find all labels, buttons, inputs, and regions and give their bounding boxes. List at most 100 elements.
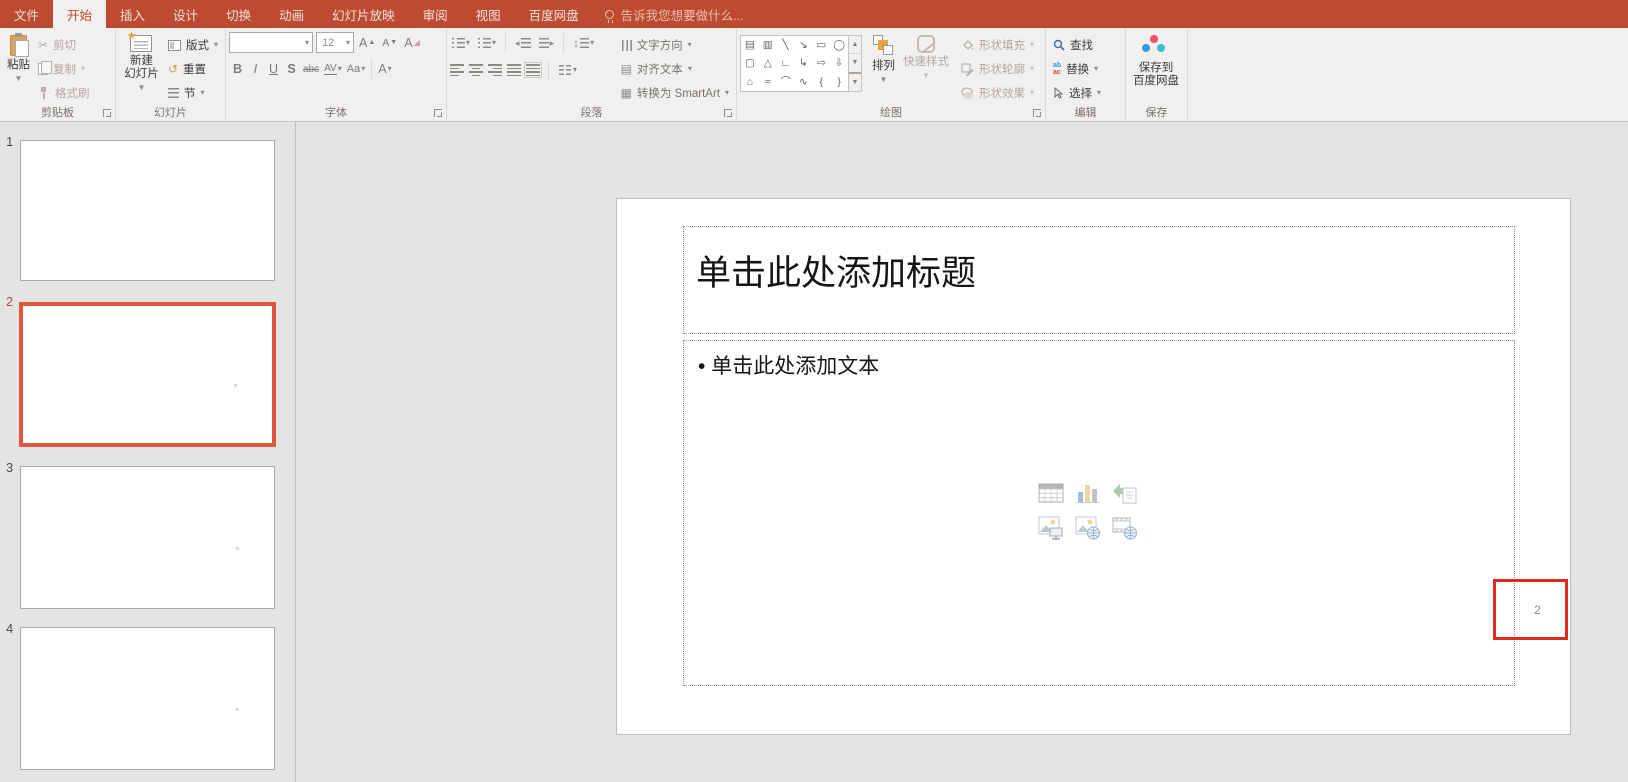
text-direction-button[interactable]: 文字方向 ▾ bbox=[617, 34, 733, 56]
scroll-up-icon[interactable]: ▲ bbox=[849, 36, 861, 53]
save-to-baidu-button[interactable]: 保存到 百度网盘 bbox=[1129, 32, 1183, 104]
shapes-gallery-scrollbar[interactable]: ▲ ▼ ▼ bbox=[849, 35, 862, 92]
decrease-font-size-button[interactable]: A▼ bbox=[380, 33, 399, 53]
change-case-button[interactable]: Aa▾ bbox=[345, 59, 367, 79]
insert-video-icon[interactable] bbox=[1110, 514, 1140, 541]
align-right-button[interactable] bbox=[488, 64, 502, 76]
shape-arc[interactable]: ⌒ bbox=[777, 73, 795, 91]
align-left-button[interactable] bbox=[450, 64, 464, 76]
reset-button[interactable]: ↺ 重置 bbox=[164, 58, 222, 80]
tab-design[interactable]: 设计 bbox=[159, 0, 212, 28]
replace-label: 替换 bbox=[1066, 61, 1089, 77]
section-button[interactable]: 节 ▾ bbox=[164, 82, 222, 104]
increase-font-size-button[interactable]: A▲ bbox=[357, 33, 377, 53]
slide-thumbnail-panel[interactable]: 1 2 3 4 bbox=[0, 122, 296, 782]
insert-smartart-icon[interactable] bbox=[1110, 479, 1140, 506]
copy-button[interactable]: 复制 ▾ bbox=[34, 58, 94, 80]
underline-button[interactable]: U bbox=[265, 59, 282, 79]
shape-rounded-rectangle[interactable]: ▢ bbox=[741, 54, 759, 72]
bullets-button[interactable]: ▾ bbox=[450, 33, 472, 53]
tab-home[interactable]: 开始 bbox=[53, 0, 106, 28]
slide-thumbnail-1[interactable] bbox=[20, 140, 275, 281]
tab-view[interactable]: 视图 bbox=[462, 0, 515, 28]
tab-animations[interactable]: 动画 bbox=[265, 0, 318, 28]
line-spacing-button[interactable]: ↕▾ bbox=[571, 33, 596, 53]
select-button[interactable]: 选择 ▾ bbox=[1049, 82, 1105, 104]
shape-vertical-textbox[interactable]: ▥ bbox=[759, 36, 777, 54]
shape-scribble[interactable]: ≈ bbox=[759, 73, 777, 91]
shape-elbow-connector[interactable]: ∟ bbox=[777, 54, 795, 72]
font-dialog-launcher-icon[interactable] bbox=[434, 109, 442, 117]
tab-review[interactable]: 审阅 bbox=[409, 0, 462, 28]
shape-right-brace[interactable]: } bbox=[830, 73, 848, 91]
shape-down-arrow[interactable]: ⇩ bbox=[830, 54, 848, 72]
replace-button[interactable]: abac 替换 ▾ bbox=[1049, 58, 1105, 80]
quick-styles-button[interactable]: 快速样式 ▼ bbox=[899, 32, 953, 104]
tab-file[interactable]: 文件 bbox=[0, 0, 53, 28]
scroll-down-icon[interactable]: ▼ bbox=[849, 53, 861, 71]
find-button[interactable]: 查找 bbox=[1049, 34, 1105, 56]
increase-indent-button[interactable]: ▸ bbox=[537, 33, 557, 53]
paste-button[interactable]: 粘贴 ▼ bbox=[3, 32, 34, 104]
slide-thumbnail-2[interactable] bbox=[19, 302, 276, 447]
drawing-dialog-launcher-icon[interactable] bbox=[1033, 109, 1041, 117]
tab-insert[interactable]: 插入 bbox=[106, 0, 159, 28]
shape-textbox[interactable]: ▤ bbox=[741, 36, 759, 54]
shape-oval[interactable]: ◯ bbox=[830, 36, 848, 54]
text-shadow-button[interactable]: S bbox=[283, 59, 300, 79]
insert-picture-icon[interactable] bbox=[1036, 514, 1066, 541]
justify-button[interactable] bbox=[507, 64, 521, 76]
new-slide-button[interactable]: ★ 新建 幻灯片 ▼ bbox=[119, 32, 164, 104]
slide-thumbnail-4[interactable] bbox=[20, 627, 275, 770]
align-text-button[interactable]: ▤ 对齐文本 ▾ bbox=[617, 58, 733, 80]
arrange-button[interactable]: 排列 ▼ bbox=[868, 32, 899, 104]
tell-me-box[interactable]: 告诉我您想要做什么... bbox=[593, 0, 756, 28]
bold-button[interactable]: B bbox=[229, 59, 246, 79]
shape-effects-button[interactable]: 形状效果 ▾ bbox=[957, 82, 1038, 104]
font-color-button[interactable]: A▾ bbox=[376, 59, 393, 79]
shape-line[interactable]: ╲ bbox=[777, 36, 795, 54]
font-name-combo[interactable]: ▾ bbox=[229, 32, 313, 53]
slide-number-dot bbox=[236, 547, 239, 550]
insert-chart-icon[interactable] bbox=[1073, 479, 1103, 506]
tab-slideshow[interactable]: 幻灯片放映 bbox=[318, 0, 409, 28]
strikethrough-button[interactable]: abc bbox=[301, 59, 321, 79]
columns-button[interactable]: ▾ bbox=[557, 60, 579, 80]
shape-right-arrow[interactable]: ⇨ bbox=[812, 54, 830, 72]
shape-triangle[interactable]: △ bbox=[759, 54, 777, 72]
shape-outline-button[interactable]: 形状轮廓 ▾ bbox=[957, 58, 1038, 80]
numbering-button[interactable]: ▾ bbox=[476, 33, 498, 53]
shape-fill-button[interactable]: 形状填充 ▾ bbox=[957, 34, 1038, 56]
tab-transitions[interactable]: 切换 bbox=[212, 0, 265, 28]
shape-arrow[interactable]: ↘ bbox=[795, 36, 813, 54]
slide-number-placeholder[interactable]: 2 bbox=[1493, 579, 1568, 640]
insert-online-picture-icon[interactable] bbox=[1073, 514, 1103, 541]
slide-thumbnail-3[interactable] bbox=[20, 466, 275, 609]
insert-table-icon[interactable] bbox=[1036, 479, 1066, 506]
align-center-button[interactable] bbox=[469, 64, 483, 76]
convert-to-smartart-button[interactable]: ▦ 转换为 SmartArt ▾ bbox=[617, 82, 733, 104]
italic-button[interactable]: I bbox=[247, 59, 264, 79]
cut-button[interactable]: ✂ 剪切 bbox=[34, 34, 94, 56]
shape-left-brace[interactable]: { bbox=[812, 73, 830, 91]
tab-baidu-netdisk[interactable]: 百度网盘 bbox=[515, 0, 593, 28]
section-icon bbox=[168, 88, 179, 99]
font-size-combo[interactable]: 12 ▾ bbox=[316, 32, 354, 53]
clipboard-group-label: 剪贴板 bbox=[0, 104, 115, 120]
format-painter-button[interactable]: 格式刷 bbox=[34, 82, 94, 104]
layout-button[interactable]: 版式 ▾ bbox=[164, 34, 222, 56]
shape-elbow-arrow-connector[interactable]: ↳ bbox=[795, 54, 813, 72]
shape-curve[interactable]: ∿ bbox=[795, 73, 813, 91]
clear-formatting-button[interactable]: A◢ bbox=[402, 33, 422, 53]
paragraph-dialog-launcher-icon[interactable] bbox=[724, 109, 732, 117]
distributed-button[interactable] bbox=[526, 64, 540, 76]
decrease-indent-button[interactable]: ◂ bbox=[513, 33, 533, 53]
gallery-expand-icon[interactable]: ▼ bbox=[849, 72, 861, 91]
clipboard-dialog-launcher-icon[interactable] bbox=[103, 109, 111, 117]
shape-rectangle[interactable]: ▭ bbox=[812, 36, 830, 54]
title-placeholder[interactable]: 单击此处添加标题 bbox=[683, 226, 1515, 334]
shape-freeform[interactable]: ⌂ bbox=[741, 73, 759, 91]
slide-editing-canvas[interactable]: 单击此处添加标题 • 单击此处添加文本 bbox=[616, 198, 1571, 735]
content-placeholder[interactable]: • 单击此处添加文本 bbox=[683, 340, 1515, 686]
character-spacing-button[interactable]: AV ▾ bbox=[322, 59, 344, 79]
